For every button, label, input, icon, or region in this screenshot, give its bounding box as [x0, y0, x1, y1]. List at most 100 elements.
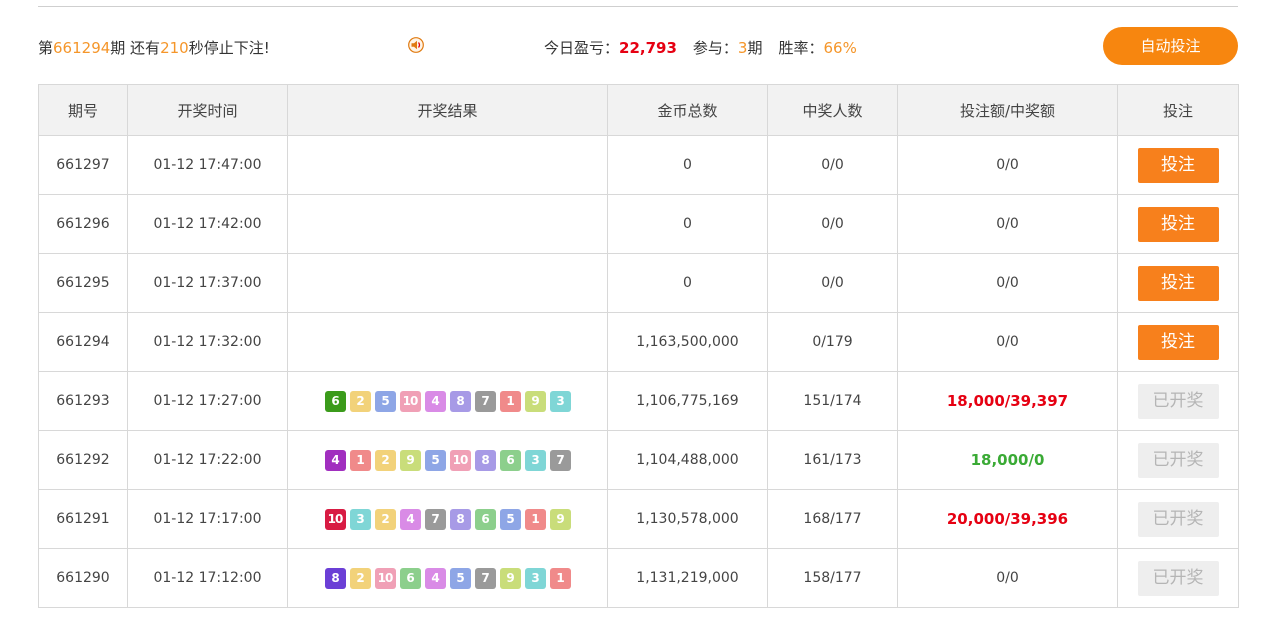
countdown-suffix: 秒停止下注! — [188, 39, 270, 57]
cell-total-coins: 1,130,578,000 — [607, 489, 768, 549]
cell-period: 661293 — [38, 371, 128, 431]
result-ball: 2 — [349, 567, 371, 589]
result-ball: 5 — [499, 508, 521, 530]
result-balls: 10 3 2 4 7 8 6 5 1 9 — [324, 508, 571, 530]
cell-draw-time: 01-12 17:37:00 — [127, 253, 288, 313]
bet-button[interactable]: 投注 — [1137, 147, 1219, 183]
result-ball: 4 — [424, 567, 446, 589]
cell-action: 已开奖 — [1117, 548, 1239, 608]
info-bar: 第661294期 还有210秒停止下注! 今日盈亏：22,793 参与：3期 胜率：… — [38, 26, 1238, 66]
result-ball: 6 — [324, 390, 346, 412]
result-ball: 3 — [524, 567, 546, 589]
table-row: 661296 01-12 17:42:00 0 0/0 0/0 投注 — [38, 194, 1239, 254]
cell-winners: 0/179 — [767, 312, 898, 372]
cell-winners: 161/173 — [767, 430, 898, 490]
cell-total-coins: 0 — [607, 135, 768, 195]
cell-draw-time: 01-12 17:32:00 — [127, 312, 288, 372]
cell-total-coins: 1,131,219,000 — [607, 548, 768, 608]
cell-period: 661296 — [38, 194, 128, 254]
result-ball: 8 — [474, 449, 496, 471]
table-row: 661292 01-12 17:22:00 4 1 2 9 5 10 8 6 3 7 1,104,488… — [38, 430, 1239, 490]
countdown-text: 第661294期 还有210秒停止下注! — [38, 37, 270, 58]
bet-win-amount: 18,000/0 — [970, 451, 1045, 469]
cell-draw-result — [287, 194, 608, 254]
result-ball: 4 — [324, 449, 346, 471]
result-balls: 8 2 10 6 4 5 7 9 3 1 — [324, 567, 571, 589]
result-ball: 3 — [549, 390, 571, 412]
result-balls: 4 1 2 9 5 10 8 6 3 7 — [324, 449, 571, 471]
cell-draw-result: 10 3 2 4 7 8 6 5 1 9 — [287, 489, 608, 549]
result-ball: 7 — [474, 390, 496, 412]
cell-period: 661291 — [38, 489, 128, 549]
result-ball: 2 — [374, 508, 396, 530]
cell-winners: 168/177 — [767, 489, 898, 549]
cell-period: 661292 — [38, 430, 128, 490]
cell-total-coins: 1,106,775,169 — [607, 371, 768, 431]
bet-win-amount: 0/0 — [996, 334, 1019, 350]
top-divider — [38, 6, 1238, 7]
winrate-value: 66% — [823, 39, 857, 57]
cell-winners: 0/0 — [767, 194, 898, 254]
cell-draw-result — [287, 312, 608, 372]
table-row: 661291 01-12 17:17:00 10 3 2 4 7 8 6 5 1 9 1,130,578… — [38, 489, 1239, 549]
cell-bet-win-amount: 0/0 — [897, 135, 1118, 195]
result-ball: 8 — [449, 508, 471, 530]
drawn-status-button: 已开奖 — [1137, 383, 1219, 419]
countdown-seconds: 210 — [160, 39, 189, 57]
bet-button[interactable]: 投注 — [1137, 265, 1219, 301]
cell-draw-result: 8 2 10 6 4 5 7 9 3 1 — [287, 548, 608, 608]
bet-button[interactable]: 投注 — [1137, 206, 1219, 242]
result-ball: 4 — [424, 390, 446, 412]
drawn-status-button: 已开奖 — [1137, 560, 1219, 596]
join-label: 参与： — [692, 39, 738, 57]
countdown-middle: 期 还有 — [110, 39, 161, 57]
cell-action: 投注 — [1117, 312, 1239, 372]
countdown-prefix: 第 — [38, 39, 54, 57]
cell-period: 661295 — [38, 253, 128, 313]
result-ball: 1 — [524, 508, 546, 530]
cell-draw-result: 6 2 5 10 4 8 7 1 9 3 — [287, 371, 608, 431]
cell-draw-time: 01-12 17:17:00 — [127, 489, 288, 549]
result-ball: 9 — [524, 390, 546, 412]
result-ball: 2 — [349, 390, 371, 412]
table-row: 661295 01-12 17:37:00 0 0/0 0/0 投注 — [38, 253, 1239, 313]
cell-total-coins: 1,163,500,000 — [607, 312, 768, 372]
current-period: 661294 — [53, 39, 111, 57]
cell-total-coins: 0 — [607, 194, 768, 254]
cell-draw-result — [287, 253, 608, 313]
cell-draw-result — [287, 135, 608, 195]
cell-total-coins: 0 — [607, 253, 768, 313]
drawn-status-button: 已开奖 — [1137, 501, 1219, 537]
header-bet-win-amount: 投注额/中奖额 — [897, 84, 1118, 136]
cell-bet-win-amount: 0/0 — [897, 194, 1118, 254]
cell-period: 661294 — [38, 312, 128, 372]
result-ball: 5 — [449, 567, 471, 589]
header-total-coins: 金币总数 — [607, 84, 768, 136]
bet-win-amount: 0/0 — [996, 216, 1019, 232]
result-ball: 7 — [474, 567, 496, 589]
cell-action: 已开奖 — [1117, 371, 1239, 431]
cell-action: 投注 — [1117, 253, 1239, 313]
cell-draw-time: 01-12 17:42:00 — [127, 194, 288, 254]
header-bet-action: 投注 — [1117, 84, 1239, 136]
result-ball: 3 — [524, 449, 546, 471]
result-ball: 9 — [549, 508, 571, 530]
table-row: 661297 01-12 17:47:00 0 0/0 0/0 投注 — [38, 135, 1239, 195]
auto-bet-button[interactable]: 自动投注 — [1103, 27, 1238, 65]
profit-label: 今日盈亏： — [544, 39, 620, 57]
header-draw-result: 开奖结果 — [287, 84, 608, 136]
result-ball: 5 — [374, 390, 396, 412]
cell-action: 已开奖 — [1117, 489, 1239, 549]
cell-total-coins: 1,104,488,000 — [607, 430, 768, 490]
bet-button[interactable]: 投注 — [1137, 324, 1219, 360]
result-ball: 6 — [499, 449, 521, 471]
profit-value: 22,793 — [619, 39, 677, 57]
cell-action: 投注 — [1117, 135, 1239, 195]
cell-bet-win-amount: 18,000/0 — [897, 430, 1118, 490]
bet-win-amount: 0/0 — [996, 157, 1019, 173]
result-ball: 8 — [449, 390, 471, 412]
speaker-icon[interactable] — [408, 37, 424, 53]
cell-period: 661290 — [38, 548, 128, 608]
bet-win-amount: 0/0 — [996, 570, 1019, 586]
result-ball: 1 — [499, 390, 521, 412]
